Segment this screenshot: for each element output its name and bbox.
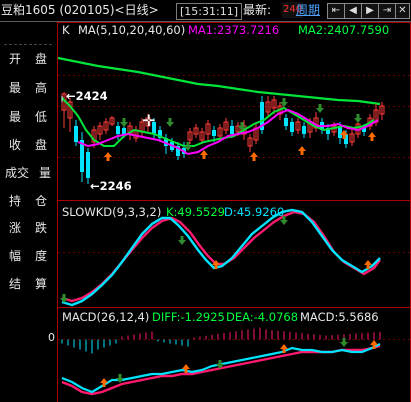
info-settlement: 结算 — [9, 277, 48, 291]
low-price-label: ←2246 — [90, 179, 132, 193]
next-icon[interactable]: ▶ — [361, 3, 379, 19]
sell-arrow-icon — [178, 236, 186, 245]
sell-arrow-icon — [354, 114, 362, 123]
candle-body — [290, 122, 294, 132]
slowkd-k-line — [61, 208, 381, 307]
info-change: 涨跌 — [9, 221, 48, 235]
buy-arrow-icon — [368, 132, 376, 141]
last-icon[interactable]: ⇥ — [378, 3, 396, 19]
info-open-interest: 持仓 — [9, 194, 48, 208]
macd-diff-value: DIFF:-1.2925 — [152, 310, 225, 324]
sell-arrow-icon — [316, 104, 324, 113]
prev-icon[interactable]: ◀ — [344, 3, 362, 19]
info-change-pct: 幅度 — [9, 249, 48, 263]
buy-arrow-icon — [104, 152, 112, 161]
info-low: 最低 — [9, 110, 48, 124]
candle-body — [116, 126, 120, 134]
close-icon[interactable]: ✕ — [395, 3, 410, 19]
latest-price-label: 最新: — [243, 3, 272, 17]
buy-arrow-icon — [250, 152, 258, 161]
macd-dea-value: DEA:-4.0768 — [226, 310, 298, 324]
slowkd-label: SLOWKD(9,3,3,2) — [62, 205, 161, 219]
candle-body — [86, 152, 90, 178]
candle-body — [122, 128, 126, 134]
quote-info-panel: 开盘 最高 最低 收盘 成交量 持仓 涨跌 幅度 结算 — [0, 22, 58, 402]
crosshair-icon: ✛ — [142, 111, 155, 130]
ma1-value: MA1:2373.7216 — [188, 23, 279, 37]
candle-body — [230, 126, 234, 134]
ma-label: MA(5,10,20,40,60) — [78, 23, 185, 37]
period-button[interactable]: 周期 — [296, 0, 320, 21]
info-close: 收盘 — [9, 138, 48, 152]
high-price-label: ←2424 — [66, 89, 108, 103]
chart-area[interactable]: K MA(5,10,20,40,60) MA1:2373.7216 MA2:24… — [58, 22, 411, 402]
first-icon[interactable]: ⇤ — [327, 3, 345, 19]
macd-histogram — [61, 327, 381, 354]
info-open: 开盘 — [9, 52, 48, 66]
slowkd-k-value: K:49.5529 — [166, 205, 225, 219]
candle-body — [302, 126, 306, 134]
k-label: K — [62, 23, 70, 37]
sell-arrow-icon — [60, 294, 68, 303]
candle-body — [284, 118, 288, 126]
title-bar: 豆粕1605 (020105)<日线> [15:31:11] 最新: 240 周… — [0, 0, 411, 22]
candle-body — [212, 130, 216, 136]
info-high: 最高 — [9, 81, 48, 95]
signal-arrows-slowkd — [60, 216, 372, 303]
slowkd-d-line — [61, 210, 381, 303]
sell-arrow-icon — [120, 118, 128, 127]
info-volume: 成交量 — [5, 166, 52, 180]
instrument-title: 豆粕1605 (020105)<日线> — [1, 3, 159, 17]
macd-label: MACD(26,12,4) — [62, 310, 149, 324]
buy-arrow-icon — [298, 146, 306, 155]
macd-macd-value: MACD:5.5686 — [300, 310, 379, 324]
sell-arrow-icon — [340, 338, 348, 347]
buy-arrow-icon — [200, 150, 208, 159]
candle-body — [74, 126, 78, 142]
sell-arrow-icon — [166, 118, 174, 127]
time-display: [15:31:11] — [176, 3, 242, 20]
macd-zero-axis-label: 0 — [48, 331, 55, 344]
ma2-value: MA2:2407.7590 — [298, 23, 389, 37]
sell-arrow-icon — [116, 374, 124, 383]
macd-dea-line — [61, 344, 381, 396]
